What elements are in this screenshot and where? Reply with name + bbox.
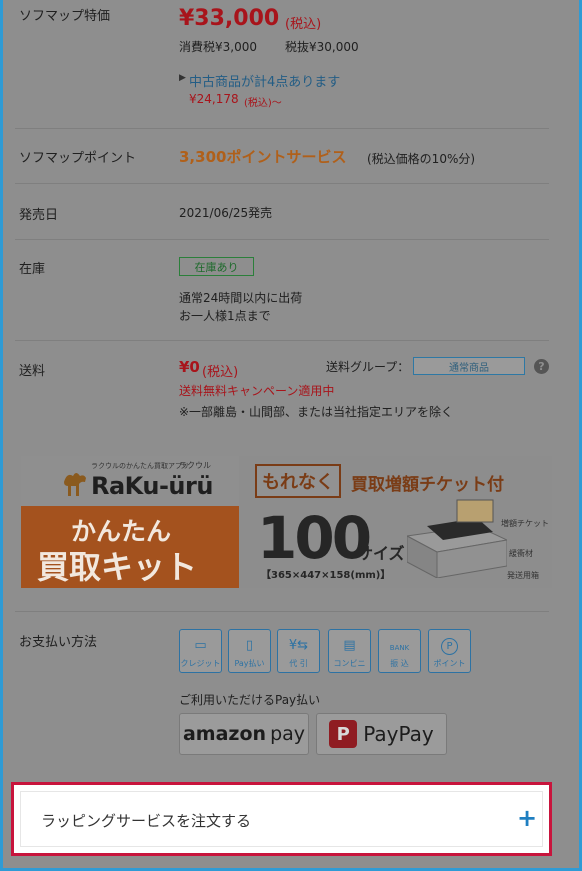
divider <box>15 183 549 184</box>
triangle-right-icon: ▶ <box>179 73 186 83</box>
used-price: ¥24,178 <box>189 92 239 106</box>
plus-icon[interactable]: + <box>517 804 537 832</box>
banner-ticket-headline: 買取増額チケット付 <box>351 475 504 495</box>
shipping-campaign: 送料無料キャンペーン適用中 <box>179 384 335 398</box>
credit-card-icon: ▭ クレジット <box>179 629 222 673</box>
consumption-tax: 消費税¥3,000 <box>179 40 257 54</box>
banner-morenaku: もれなく <box>255 464 341 498</box>
bank-transfer-icon: BANK 振 込 <box>378 629 421 673</box>
shipping-group-badge: 通常商品 <box>413 357 525 375</box>
banner-brand-small: ラクウル <box>179 461 211 470</box>
amazon-pay-logo: amazon pay <box>179 713 309 755</box>
shipping-tax-note: (税込) <box>202 365 239 380</box>
wrapping-service-toggle[interactable]: ラッピングサービスを注文する + <box>20 791 543 847</box>
wrapping-service-highlight: ラッピングサービスを注文する + <box>11 782 552 856</box>
divider <box>15 128 549 129</box>
rakuuru-kit-banner[interactable]: ラクウルのかんたん買取アプリ ラクウル RaKu-ürü かんたん 買取キット … <box>21 456 552 588</box>
wrapping-service-label: ラッピングサービスを注文する <box>41 812 252 830</box>
mobile-pay-icon: ▯ Pay払い <box>228 629 271 673</box>
banner-cushion-label: 緩衝材 <box>509 549 533 558</box>
product-detail-panel: ソフマップ特価 ¥33,000 (税込) 消費税¥3,000 税抜¥30,000… <box>3 0 576 868</box>
price-ex-tax: 税抜¥30,000 <box>285 40 359 54</box>
points-icon: P ポイント <box>428 629 471 673</box>
banner-size-number: 100 <box>257 504 372 572</box>
price-tax-note: (税込) <box>285 17 322 32</box>
pay-service-label: ご利用いただけるPay払い <box>179 693 321 707</box>
convenience-store-icon: ▤ コンビニ <box>328 629 371 673</box>
banner-box-label: 発送用箱 <box>507 571 539 580</box>
help-icon[interactable]: ? <box>534 359 549 374</box>
points-note: (税込価格の10%分) <box>367 152 476 166</box>
banner-size-label: サイズ <box>357 544 405 563</box>
banner-right-panel: もれなく 買取増額チケット付 100 サイズ 【365×447×158(mm)】… <box>239 456 552 588</box>
shipping-label: 送料 <box>19 364 46 379</box>
divider <box>15 611 549 612</box>
stock-label: 在庫 <box>19 262 46 277</box>
payment-label: お支払い方法 <box>19 635 98 650</box>
shipping-note: ※一部離島・山間部、または当社指定エリアを除く <box>179 405 454 419</box>
stock-badge: 在庫あり <box>179 257 254 276</box>
release-label: 発売日 <box>19 208 59 223</box>
banner-ticket-label: 増額チケット <box>501 519 549 528</box>
banner-dimensions: 【365×447×158(mm)】 <box>261 570 391 581</box>
cash-on-delivery-icon: ¥⇆ 代 引 <box>277 629 320 673</box>
rakuuru-logo: RaKu-ürü <box>91 472 213 500</box>
banner-kit-text: 買取キット <box>37 548 198 586</box>
divider <box>15 239 549 240</box>
camel-logo-icon <box>64 473 86 496</box>
divider <box>15 340 549 341</box>
paypay-logo: P PayPay <box>316 713 447 755</box>
banner-left-panel: ラクウルのかんたん買取アプリ ラクウル RaKu-ürü かんたん 買取キット <box>21 456 239 588</box>
shipping-price: ¥0 <box>179 358 200 376</box>
shipping-box-illustration-icon <box>407 499 507 578</box>
banner-caption: ラクウルのかんたん買取アプリ <box>91 462 189 470</box>
price-value: ¥33,000 <box>179 6 280 31</box>
paypay-mark-icon: P <box>329 720 358 748</box>
used-price-suffix: (税込)～ <box>244 98 282 109</box>
shipping-group-label: 送料グループ： <box>326 360 410 374</box>
stock-limit: お一人様1点まで <box>179 309 271 323</box>
stock-shipping-time: 通常24時間以内に出荷 <box>179 291 303 305</box>
release-date: 2021/06/25発売 <box>179 206 273 220</box>
used-items-link[interactable]: 中古商品が計4点あります <box>189 71 340 90</box>
price-label: ソフマップ特価 <box>19 9 111 24</box>
points-value: 3,300ポイントサービス <box>179 148 347 166</box>
points-label: ソフマップポイント <box>19 151 137 166</box>
